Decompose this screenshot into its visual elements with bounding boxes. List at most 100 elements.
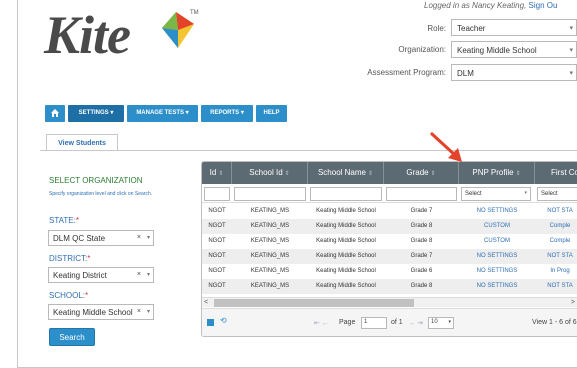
clear-icon[interactable]: × xyxy=(137,234,141,241)
filter-school-name-input[interactable] xyxy=(310,187,382,201)
clear-icon[interactable]: × xyxy=(137,308,141,315)
table-row[interactable]: NGOT KEATING_MS Keating Middle School Gr… xyxy=(202,279,577,294)
required-mark: * xyxy=(87,254,91,263)
cell-school-id: KEATING_MS xyxy=(250,283,290,289)
filter-school-id-input[interactable] xyxy=(234,187,306,201)
cell-school-id: KEATING_MS xyxy=(250,238,290,244)
refresh-icon[interactable]: ⟲ xyxy=(220,316,227,325)
cell-pnp-profile-link[interactable]: NO SETTINGS xyxy=(459,204,535,219)
chevron-down-icon: ▾ xyxy=(569,25,573,32)
nav-home-button[interactable] xyxy=(45,105,65,122)
page-size-value: 10 xyxy=(431,319,438,325)
pager-next-last[interactable]: → ⇥ xyxy=(408,319,423,327)
cell-pnp-profile-link[interactable]: NO SETTINGS xyxy=(459,249,535,264)
cell-grade: Grade 7 xyxy=(410,208,433,214)
filter-grade-input[interactable] xyxy=(386,187,457,201)
filter-pnp-profile-select[interactable]: Select ▾ xyxy=(461,187,531,201)
column-header-school-id[interactable]: School Id ⇕ xyxy=(232,162,308,184)
district-label: DISTRICT:* xyxy=(49,254,90,263)
login-text: Logged in as Nancy Keating, xyxy=(424,1,527,10)
grid-options-icon[interactable] xyxy=(207,319,214,326)
tab-divider xyxy=(40,150,577,151)
login-info: Logged in as Nancy Keating, Sign Ou xyxy=(424,1,557,10)
assessment-program-select[interactable]: DLM ▾ xyxy=(451,64,577,81)
column-header-id[interactable]: Id ⇕ xyxy=(202,162,232,184)
page-number-input[interactable]: 1 xyxy=(361,317,387,329)
column-header-label: Grade xyxy=(406,168,429,177)
cell-school-name: Keating Middle School xyxy=(316,253,376,259)
nav-reports[interactable]: REPORTS ▾ xyxy=(201,105,253,122)
cell-grade: Grade 6 xyxy=(410,268,433,274)
assessment-program-value: DLM xyxy=(457,69,474,78)
cell-pnp-profile-link[interactable]: CUSTOM xyxy=(459,234,535,249)
filter-placeholder: Select xyxy=(541,191,558,197)
nav-settings[interactable]: SETTINGS ▾ xyxy=(68,105,124,122)
sort-icon: ⇕ xyxy=(218,171,224,177)
column-header-pnp-profile[interactable]: PNP Profile ⇕ xyxy=(459,162,535,184)
column-header-label: School Id xyxy=(249,168,283,177)
table-row[interactable]: NGOT KEATING_MS Keating Middle School Gr… xyxy=(202,204,577,219)
district-select[interactable]: Keating District × ▾ xyxy=(48,267,154,283)
organization-select[interactable]: Keating Middle School ▾ xyxy=(451,41,577,58)
cell-first-contact-link[interactable]: In Prog xyxy=(535,264,577,279)
cell-id: NGOT xyxy=(208,283,226,289)
search-button[interactable]: Search xyxy=(49,328,95,346)
scroll-right-icon[interactable]: > xyxy=(571,298,575,308)
tab-view-students[interactable]: View Students xyxy=(46,134,118,151)
chevron-down-icon[interactable]: ▾ xyxy=(147,234,150,241)
cell-pnp-profile-link[interactable]: NO SETTINGS xyxy=(459,264,535,279)
filter-id-input[interactable] xyxy=(204,187,230,201)
role-select[interactable]: Teacher ▾ xyxy=(451,19,577,36)
column-header-school-name[interactable]: School Name ⇕ xyxy=(308,162,384,184)
required-mark: * xyxy=(75,216,79,225)
nav-manage-tests[interactable]: MANAGE TESTS ▾ xyxy=(127,105,198,122)
kite-logo: Kite TM xyxy=(44,6,204,64)
cell-id: NGOT xyxy=(208,223,226,229)
cell-first-contact-link[interactable]: NOT STA xyxy=(535,249,577,264)
cell-first-contact-link[interactable]: Comple xyxy=(535,219,577,234)
table-row[interactable]: NGOT KEATING_MS Keating Middle School Gr… xyxy=(202,264,577,279)
state-label: STATE:* xyxy=(49,216,79,225)
scroll-left-icon[interactable]: < xyxy=(204,298,208,308)
cell-first-contact-link[interactable]: NOT STA xyxy=(535,204,577,219)
pager-page-label: Page xyxy=(339,319,356,326)
cell-grade: Grade 8 xyxy=(410,223,433,229)
cell-pnp-profile-link[interactable]: CUSTOM xyxy=(459,219,535,234)
cell-school-name: Keating Middle School xyxy=(316,208,376,214)
column-header-first-contact[interactable]: First Co xyxy=(535,162,577,184)
cell-first-contact-link[interactable]: Comple xyxy=(535,234,577,249)
school-label-text: SCHOOL: xyxy=(49,291,86,300)
cell-grade: Grade 8 xyxy=(410,238,433,244)
horizontal-scrollbar[interactable]: < > xyxy=(202,297,577,307)
cell-id: NGOT xyxy=(208,253,226,259)
scrollbar-thumb[interactable] xyxy=(214,299,414,307)
nav-help[interactable]: HELP xyxy=(256,105,287,122)
clear-icon[interactable]: × xyxy=(137,271,141,278)
school-select[interactable]: Keating Middle School × ▾ xyxy=(48,304,154,320)
chevron-down-icon[interactable]: ▾ xyxy=(147,271,150,278)
sign-out-link[interactable]: Sign Ou xyxy=(529,1,558,10)
table-row[interactable]: NGOT KEATING_MS Keating Middle School Gr… xyxy=(202,234,577,249)
table-row[interactable]: NGOT KEATING_MS Keating Middle School Gr… xyxy=(202,249,577,264)
chevron-down-icon[interactable]: ▾ xyxy=(147,308,150,315)
students-grid: Id ⇕ School Id ⇕ School Name ⇕ Grade ⇕ PNP P… xyxy=(201,161,577,337)
pager-first-prev[interactable]: ⇤ ← xyxy=(314,319,329,327)
filter-first-contact-select[interactable]: Select xyxy=(537,187,577,201)
cell-school-id: KEATING_MS xyxy=(250,268,290,274)
cell-grade: Grade 7 xyxy=(410,253,433,259)
state-select[interactable]: DLM QC State × ▾ xyxy=(48,230,154,246)
select-organization-title: SELECT ORGANIZATION xyxy=(49,176,143,185)
state-label-text: STATE: xyxy=(49,216,76,225)
district-label-text: DISTRICT: xyxy=(49,254,88,263)
cell-school-id: KEATING_MS xyxy=(250,208,290,214)
column-header-label: Id xyxy=(209,168,217,177)
cell-pnp-profile-link[interactable]: NO SETTINGS xyxy=(459,279,535,294)
page-size-select[interactable]: 10 ▾ xyxy=(428,317,454,329)
organization-hint: Specify organization level and click on … xyxy=(49,191,153,197)
filter-placeholder: Select xyxy=(465,191,482,197)
cell-id: NGOT xyxy=(208,268,226,274)
table-row[interactable]: NGOT KEATING_MS Keating Middle School Gr… xyxy=(202,219,577,234)
chevron-down-icon: ▾ xyxy=(569,47,573,54)
chevron-down-icon: ▾ xyxy=(448,319,451,325)
cell-first-contact-link[interactable]: NOT STA xyxy=(535,279,577,294)
